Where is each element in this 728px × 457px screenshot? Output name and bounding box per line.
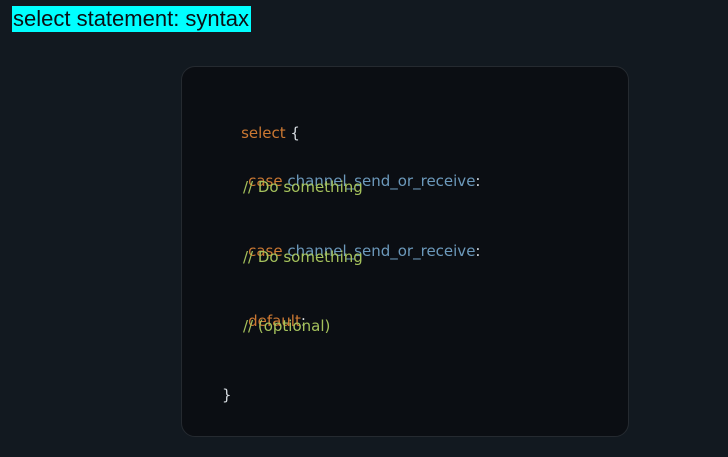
- keyword-select: select: [241, 124, 286, 142]
- slide-title: select statement: syntax: [12, 6, 251, 32]
- colon: :: [475, 242, 481, 260]
- code-line-select: select {: [222, 106, 300, 160]
- colon: :: [475, 172, 481, 190]
- code-comment-3: // (optional): [243, 317, 331, 335]
- open-brace: {: [285, 124, 300, 142]
- code-comment-2: // Do something: [243, 248, 363, 266]
- code-block: select { case channel_send_or_receive: /…: [181, 66, 629, 437]
- close-brace: }: [222, 386, 232, 404]
- code-comment-1: // Do something: [243, 178, 363, 196]
